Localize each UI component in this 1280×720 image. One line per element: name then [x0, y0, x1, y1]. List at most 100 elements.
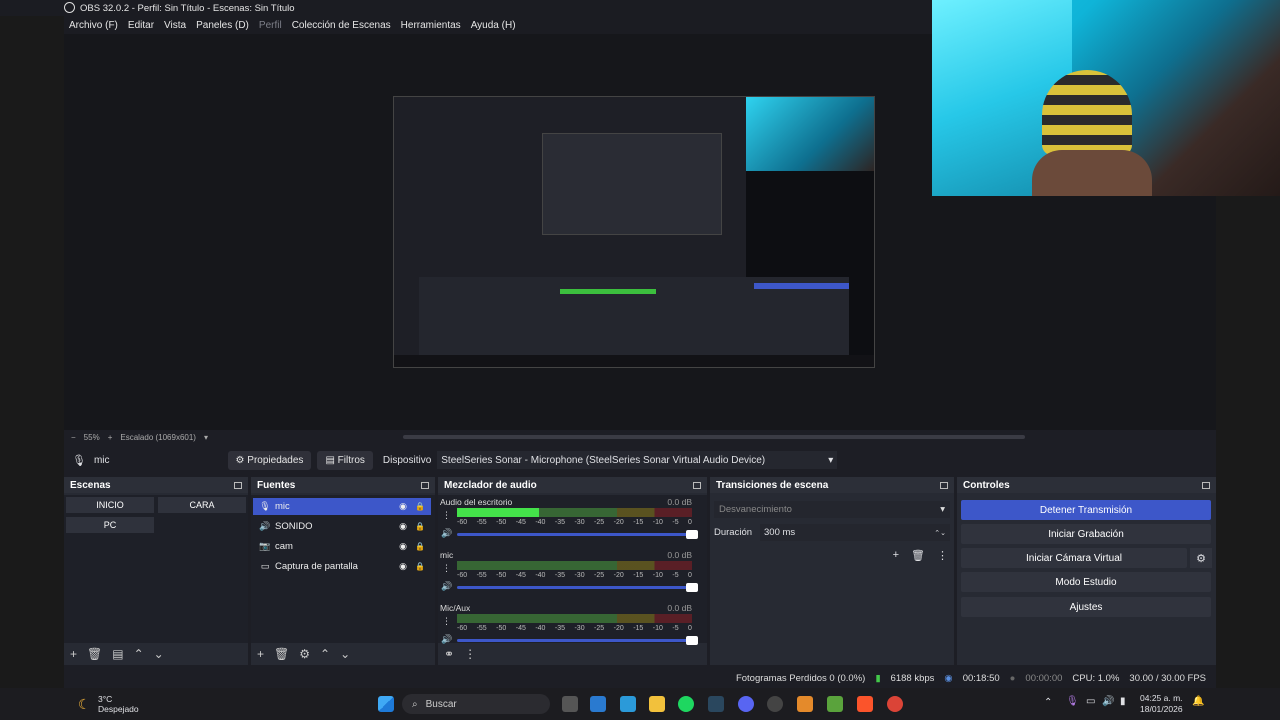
meter-tick-label: -15 [633, 625, 644, 632]
menu-vista[interactable]: Vista [159, 20, 191, 31]
mic-tray-icon[interactable]: 🎙 [1066, 696, 1079, 707]
trash-icon[interactable]: 🗑 [274, 647, 289, 661]
transition-value: Desvanecimiento [719, 504, 792, 515]
menu-dots-icon[interactable]: ⋮ [442, 510, 451, 521]
clock[interactable]: 04:25 a. m. 18/01/2026 [1140, 693, 1183, 715]
volume-slider[interactable] [457, 530, 698, 539]
search-box[interactable]: ⌕ Buscar [402, 694, 550, 714]
volume-icon[interactable]: 🔊 [1102, 696, 1114, 707]
eye-icon[interactable]: ◉ [399, 561, 407, 572]
lock-icon[interactable]: 🔒 [415, 542, 425, 551]
notification-icon[interactable]: 🔔 [1192, 696, 1204, 707]
volume-slider-handle[interactable] [686, 530, 698, 539]
duration-input[interactable]: 300 ms ⌃⌄ [760, 524, 950, 541]
source-row[interactable]: ▭ Captura de pantalla ◉ 🔒 [253, 558, 431, 575]
stepper-icon[interactable]: ⌃⌄ [934, 529, 946, 537]
start-recording-button[interactable]: Iniciar Grabación [961, 524, 1211, 544]
volume-slider[interactable] [457, 636, 698, 645]
add-icon[interactable]: + [893, 549, 899, 562]
start-icon[interactable] [378, 696, 394, 712]
menu-editar[interactable]: Editar [123, 20, 159, 31]
menu-dots-icon[interactable]: ⋮ [464, 647, 476, 661]
device-label: Dispositivo [382, 454, 432, 466]
chevron-up-icon[interactable]: ⌃ [320, 647, 330, 661]
eye-icon[interactable]: ◉ [399, 521, 407, 532]
trash-icon[interactable]: 🗑 [911, 549, 925, 562]
gear-icon[interactable]: ⚙ [299, 647, 310, 661]
trash-icon[interactable]: 🗑 [87, 647, 102, 661]
minecraft-icon[interactable] [827, 696, 843, 712]
notepad-icon[interactable] [620, 696, 636, 712]
undock-icon[interactable] [940, 481, 948, 489]
spotify-icon[interactable] [678, 696, 694, 712]
add-icon[interactable]: + [70, 647, 77, 661]
menu-coleccion[interactable]: Colección de Escenas [287, 20, 396, 31]
add-icon[interactable]: + [257, 647, 264, 661]
menu-dots-icon[interactable]: ⋮ [937, 549, 948, 562]
lock-icon[interactable]: 🔒 [415, 502, 425, 511]
transition-select[interactable]: Desvanecimiento ▾ [714, 501, 950, 518]
battery-icon[interactable]: ▮ [1120, 696, 1126, 707]
chevron-down-icon[interactable]: ⌄ [340, 647, 350, 661]
studio-mode-button[interactable]: Modo Estudio [961, 572, 1211, 592]
volume-slider-handle[interactable] [686, 583, 698, 592]
source-row[interactable]: 🎙 mic ◉ 🔒 [253, 498, 431, 515]
start-virtual-camera-button[interactable]: Iniciar Cámara Virtual [961, 548, 1187, 568]
speaker-icon[interactable]: 🔊 [441, 528, 452, 539]
chevron-down-icon[interactable]: ⌄ [154, 647, 164, 661]
scale-label[interactable]: Escalado (1069x601) [120, 433, 196, 442]
file-explorer-icon[interactable] [649, 696, 665, 712]
lock-icon[interactable]: 🔒 [415, 522, 425, 531]
discord-icon[interactable] [738, 696, 754, 712]
preview-canvas[interactable] [393, 96, 875, 368]
scene-item[interactable]: PC [66, 517, 154, 533]
filters-button[interactable]: ▤ Filtros [317, 450, 373, 470]
vscode-icon[interactable] [590, 696, 606, 712]
menu-perfil[interactable]: Perfil [254, 20, 287, 31]
chevron-up-icon[interactable]: ⌃ [134, 647, 144, 661]
chevron-up-icon[interactable]: ⌃ [1044, 697, 1052, 708]
undock-icon[interactable] [421, 481, 429, 489]
menu-archivo[interactable]: Archivo (F) [64, 20, 123, 31]
menu-herramientas[interactable]: Herramientas [396, 20, 466, 31]
undock-icon[interactable] [693, 481, 701, 489]
properties-button[interactable]: ⚙ Propiedades [227, 450, 312, 470]
source-row[interactable]: 🔊 SONIDO ◉ 🔒 [253, 518, 431, 535]
zoom-in-button[interactable]: + [108, 433, 113, 442]
filter-icon[interactable]: ▤ [112, 647, 123, 661]
settings-button[interactable]: Ajustes [961, 597, 1211, 617]
chevron-down-icon[interactable]: ▾ [204, 433, 208, 442]
undock-icon[interactable] [234, 481, 242, 489]
scene-item[interactable]: INICIO [66, 497, 154, 513]
preview-scrollbar[interactable] [403, 435, 1025, 439]
obs-icon[interactable] [767, 696, 783, 712]
menu-paneles[interactable]: Paneles (D) [191, 20, 254, 31]
volume-slider[interactable] [457, 583, 698, 592]
source-row[interactable]: 📷 cam ◉ 🔒 [253, 538, 431, 555]
scenes-dock: Escenas INICIO CARA PC + 🗑 ▤ ⌃ ⌄ [64, 477, 248, 665]
zoom-out-button[interactable]: − [71, 433, 76, 442]
link-icon[interactable]: ⚭ [444, 647, 454, 661]
network-icon[interactable]: ▭ [1086, 696, 1095, 707]
chrome-icon[interactable] [887, 696, 903, 712]
menu-dots-icon[interactable]: ⋮ [442, 616, 451, 627]
app-icon[interactable] [797, 696, 813, 712]
brave-icon[interactable] [857, 696, 873, 712]
virtual-camera-settings-icon[interactable]: ⚙ [1190, 548, 1212, 568]
menu-dots-icon[interactable]: ⋮ [442, 563, 451, 574]
sources-header: Fuentes [251, 477, 435, 493]
speaker-icon[interactable]: 🔊 [441, 581, 452, 592]
undock-icon[interactable] [1202, 481, 1210, 489]
menu-ayuda[interactable]: Ayuda (H) [466, 20, 521, 31]
stop-streaming-button[interactable]: Detener Transmisión [961, 500, 1211, 520]
task-view-icon[interactable] [562, 696, 578, 712]
meter-tick-label: -5 [672, 572, 679, 579]
steam-icon[interactable] [708, 696, 724, 712]
eye-icon[interactable]: ◉ [399, 541, 407, 552]
weather-widget[interactable]: 3°C Despejado [98, 694, 139, 714]
eye-icon[interactable]: ◉ [399, 501, 407, 512]
meter-tick-label: -55 [476, 519, 487, 526]
device-select[interactable]: SteelSeries Sonar - Microphone (SteelSer… [437, 451, 838, 469]
scene-item[interactable]: CARA [158, 497, 246, 513]
lock-icon[interactable]: 🔒 [415, 562, 425, 571]
